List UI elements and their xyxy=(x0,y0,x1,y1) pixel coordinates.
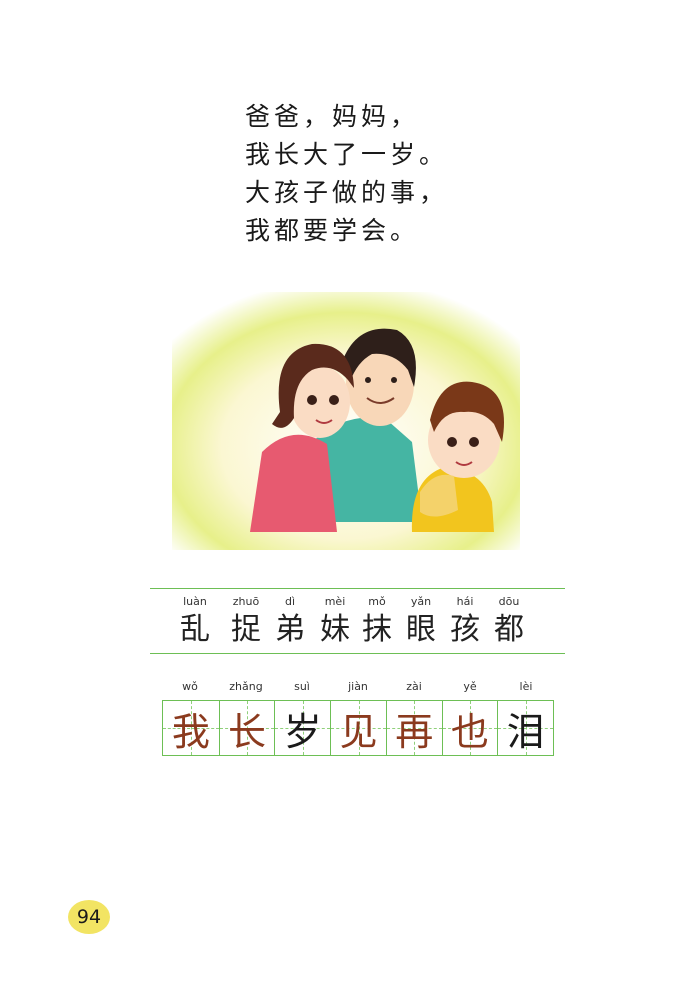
character: 抹 xyxy=(362,612,392,647)
pinyin: dōu xyxy=(498,595,520,608)
reading-item: mèi 妹 xyxy=(312,589,358,650)
writing-cell: 泪 xyxy=(497,701,553,755)
poem-line: 大孩子做的事， xyxy=(245,178,449,207)
page-number: 94 xyxy=(68,900,110,934)
reading-item: hái 孩 xyxy=(442,589,488,650)
character: 我 xyxy=(171,709,210,754)
pinyin: mǒ xyxy=(368,595,386,608)
writing-cell: 我 xyxy=(163,701,219,755)
pinyin: mèi xyxy=(324,595,346,608)
poem-line: 我长大了一岁。 xyxy=(245,140,449,169)
reading-item: mǒ 抹 xyxy=(354,589,400,650)
pinyin: zhǎng xyxy=(229,680,263,693)
pinyin: hái xyxy=(456,595,474,608)
writing-cell: 长 xyxy=(218,701,275,755)
character: 妹 xyxy=(320,612,350,647)
character: 眼 xyxy=(406,612,436,647)
writing-cell: 岁 xyxy=(274,701,330,755)
character: 再 xyxy=(395,709,434,754)
reading-item: zhuō 捉 xyxy=(223,589,269,650)
character: 孩 xyxy=(450,612,480,647)
poem: 爸爸，妈妈， 我长大了一岁。 大孩子做的事， 我都要学会。 xyxy=(245,98,448,250)
bottom-rule xyxy=(150,653,565,654)
reading-item: dì 弟 xyxy=(267,589,313,650)
writing-cell: 见 xyxy=(330,701,386,755)
reading-characters-section: luàn 乱 zhuō 捉 dì 弟 mèi 妹 mǒ 抹 yǎn 眼 hái … xyxy=(150,588,565,654)
pinyin: suì xyxy=(294,680,310,693)
writing-grid: 我 长 岁 见 再 也 泪 xyxy=(162,700,554,756)
pinyin: yě xyxy=(463,680,477,693)
poem-line: 我都要学会。 xyxy=(245,216,420,245)
character: 弟 xyxy=(275,612,305,647)
pinyin: dì xyxy=(284,595,296,608)
pinyin: wǒ xyxy=(182,680,198,693)
character: 见 xyxy=(339,709,378,754)
pinyin: lèi xyxy=(519,680,533,693)
pinyin: zài xyxy=(406,680,422,693)
character: 捉 xyxy=(231,612,261,647)
pinyin: jiàn xyxy=(348,680,368,693)
character: 乱 xyxy=(180,612,210,647)
pinyin: luàn xyxy=(183,595,207,608)
writing-pinyin-row: wǒ zhǎng suì jiàn zài yě lèi xyxy=(162,680,554,696)
reading-item: yǎn 眼 xyxy=(398,589,444,650)
reading-item: luàn 乱 xyxy=(172,589,218,650)
character: 岁 xyxy=(283,709,322,754)
writing-cell: 再 xyxy=(385,701,442,755)
character: 也 xyxy=(450,709,489,754)
pinyin: yǎn xyxy=(410,595,432,608)
reading-item: dōu 都 xyxy=(486,589,532,650)
poem-line: 爸爸，妈妈， xyxy=(245,102,420,131)
writing-cell: 也 xyxy=(441,701,498,755)
character: 都 xyxy=(494,612,524,647)
character: 长 xyxy=(228,709,267,754)
pinyin: zhuō xyxy=(232,595,260,608)
character: 泪 xyxy=(506,709,545,754)
reading-row: luàn 乱 zhuō 捉 dì 弟 mèi 妹 mǒ 抹 yǎn 眼 hái … xyxy=(150,589,565,653)
family-illustration xyxy=(172,292,520,550)
